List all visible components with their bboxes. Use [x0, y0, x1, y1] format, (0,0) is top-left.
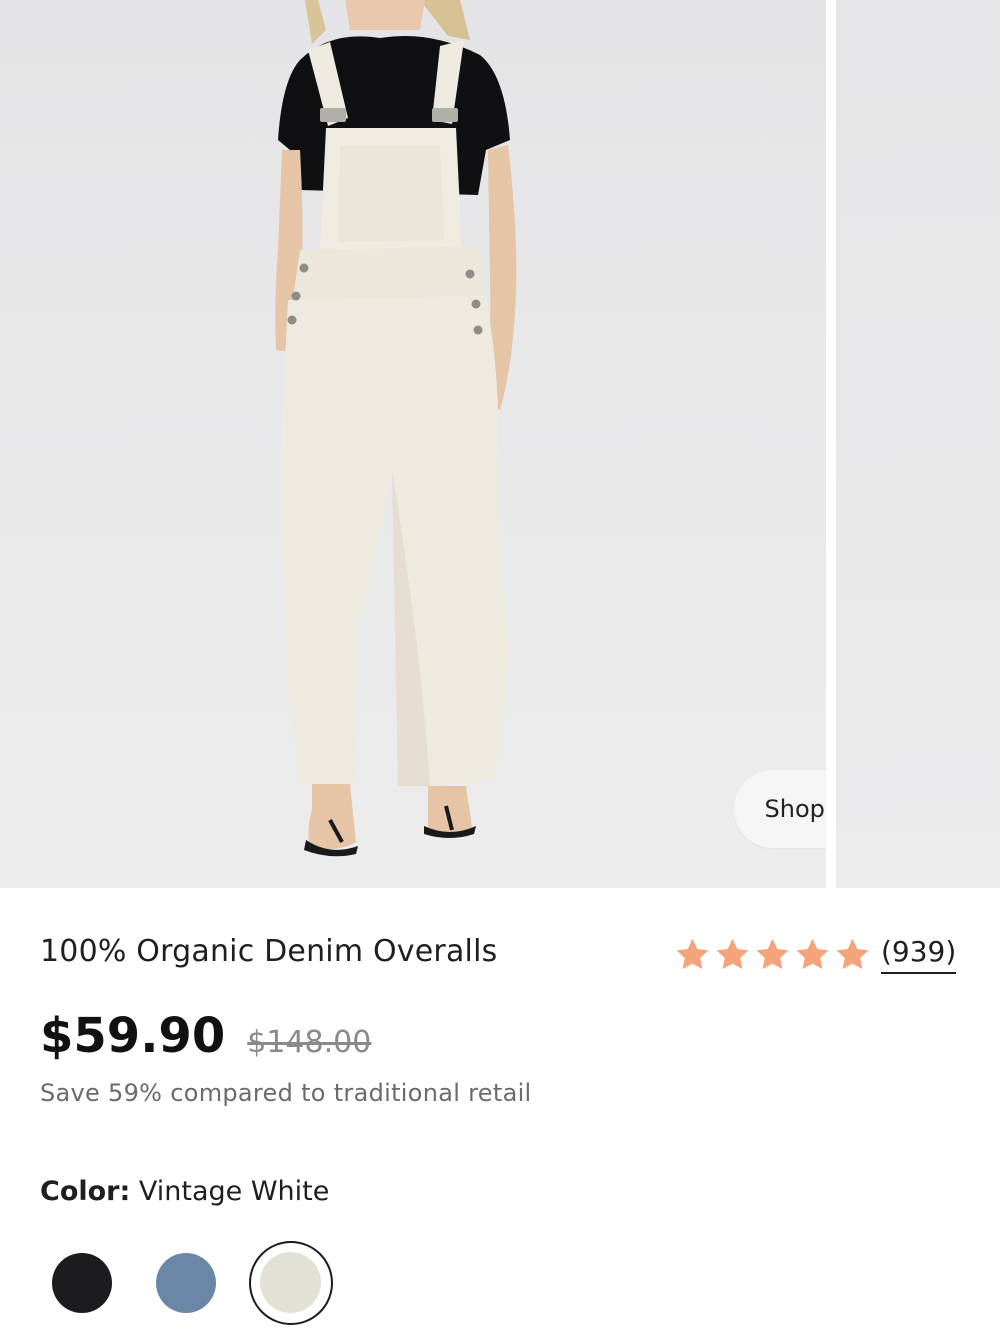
- color-selector-label: Color: Vintage White: [40, 1176, 329, 1207]
- star-icon: [756, 938, 789, 969]
- product-photo-overalls: [275, 0, 517, 857]
- star-icon: [716, 938, 749, 969]
- price-row: $59.90 $148.00: [40, 1008, 371, 1064]
- color-swatch-black[interactable]: [52, 1253, 112, 1313]
- sale-price: $59.90: [40, 1008, 226, 1064]
- rating-stars: [674, 936, 871, 973]
- savings-message: Save 59% compared to traditional retail: [40, 1079, 532, 1107]
- color-label: Color:: [40, 1176, 131, 1207]
- review-count-link[interactable]: (939): [881, 934, 957, 974]
- star-icon: [676, 938, 709, 969]
- product-title: 100% Organic Denim Overalls: [40, 934, 498, 969]
- product-rating[interactable]: (939): [674, 932, 957, 976]
- shop-the-look-button[interactable]: Shop the look: [734, 770, 826, 848]
- color-swatch-vintage-white-fill: [260, 1252, 321, 1313]
- product-image-gallery[interactable]: Shop the look: [0, 0, 1000, 888]
- star-icon: [836, 938, 869, 969]
- product-image-next[interactable]: [836, 0, 1000, 888]
- color-swatch-blue[interactable]: [156, 1253, 216, 1313]
- product-image-main[interactable]: Shop the look: [0, 0, 826, 888]
- compare-at-price: $148.00: [247, 1025, 372, 1060]
- selected-color-value: Vintage White: [138, 1176, 330, 1207]
- color-swatch-vintage-white[interactable]: [249, 1241, 333, 1325]
- star-icon: [796, 938, 829, 969]
